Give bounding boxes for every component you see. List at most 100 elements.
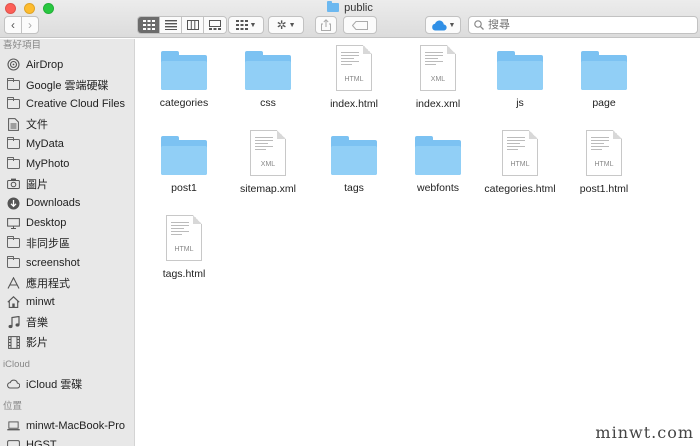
search-field[interactable] <box>468 16 698 34</box>
share-icon <box>321 19 331 31</box>
desktop-icon <box>7 217 20 229</box>
group-by-button[interactable]: ▼ <box>228 16 264 34</box>
sidebar-item-label: 音樂 <box>26 317 48 330</box>
sidebar-item[interactable]: 非同步區 <box>0 233 134 253</box>
sidebar-section-title: 位置 <box>3 400 23 412</box>
file-item[interactable]: HTML index.html <box>309 45 399 110</box>
action-menu-button[interactable]: ✲ ▼ <box>268 16 304 34</box>
file-item[interactable]: post1 <box>139 130 229 194</box>
sidebar-item[interactable]: minwt-MacBook-Pro <box>0 416 134 436</box>
watermark: minwt.com <box>595 423 694 442</box>
file-name: categories.html <box>484 183 556 195</box>
laptop-icon <box>7 420 20 432</box>
window-title-text: public <box>344 1 373 14</box>
sidebar-item[interactable]: HGST <box>0 436 134 446</box>
drive-icon <box>7 439 20 446</box>
sidebar-item-label: minwt-MacBook-Pro <box>26 419 126 432</box>
sidebar-item[interactable]: Desktop <box>0 213 134 233</box>
file-item[interactable]: categories <box>139 45 229 109</box>
sidebar-item[interactable]: iCloud 雲碟 <box>0 374 134 394</box>
icon-view-button[interactable] <box>138 17 160 33</box>
applications-icon <box>7 276 20 289</box>
sidebar-item-label: Downloads <box>26 197 81 210</box>
sidebar-item-label: 影片 <box>26 337 48 350</box>
file-name: index.xml <box>415 98 461 110</box>
download-icon <box>7 197 20 210</box>
icloud-button[interactable]: ▼ <box>425 16 461 34</box>
sidebar-item[interactable]: Google 雲端硬碟 <box>0 75 134 95</box>
folder-icon <box>245 51 291 90</box>
search-icon <box>474 20 484 30</box>
sidebar-item[interactable]: 音樂 <box>0 312 134 332</box>
document-icon: XML <box>250 130 286 176</box>
file-item[interactable]: HTML tags.html <box>139 215 229 280</box>
sidebar-item[interactable]: MyPhoto <box>0 154 134 174</box>
folder-icon <box>7 236 20 249</box>
home-icon <box>7 296 20 309</box>
file-item[interactable]: XML index.xml <box>393 45 483 110</box>
sidebar-item[interactable]: 影片 <box>0 332 134 352</box>
sidebar-item-label: 非同步區 <box>26 238 70 251</box>
document-icon <box>7 117 20 131</box>
grid-icon <box>142 20 155 30</box>
file-item[interactable]: css <box>223 45 313 109</box>
file-item[interactable]: XML sitemap.xml <box>223 130 313 195</box>
chevron-down-icon: ▼ <box>249 21 257 29</box>
file-item[interactable]: tags <box>309 130 399 194</box>
sidebar-item[interactable]: AirDrop <box>0 55 134 75</box>
file-item[interactable]: HTML post1.html <box>559 130 649 195</box>
forward-button[interactable]: › <box>21 16 39 34</box>
file-name: tags.html <box>162 268 206 280</box>
sidebar-section-title: 喜好項目 <box>3 40 42 51</box>
sidebar-item[interactable]: minwt <box>0 293 134 313</box>
folder-icon <box>327 1 340 12</box>
file-name: webfonts <box>416 182 460 194</box>
tag-icon <box>352 20 368 30</box>
folder-icon <box>331 136 377 175</box>
file-name: js <box>516 97 524 109</box>
folder-icon <box>497 51 543 90</box>
file-browser-area: categories css HTML index.html XML index… <box>136 39 700 446</box>
file-name: tags <box>344 182 364 194</box>
airdrop-icon <box>7 58 20 71</box>
back-button[interactable]: ‹ <box>4 16 22 34</box>
file-extension-label: HTML <box>344 76 364 83</box>
file-extension-label: HTML <box>510 161 530 168</box>
document-icon: HTML <box>586 130 622 176</box>
sidebar-item-label: 應用程式 <box>26 277 70 290</box>
tag-button[interactable] <box>343 16 377 34</box>
sidebar-item[interactable]: MyData <box>0 134 134 154</box>
chevron-down-icon: ▼ <box>448 21 456 29</box>
file-item[interactable]: webfonts <box>393 130 483 194</box>
sidebar-item[interactable]: 應用程式 <box>0 273 134 293</box>
document-icon: XML <box>420 45 456 91</box>
gallery-icon <box>209 20 221 30</box>
sidebar-item[interactable]: Downloads <box>0 194 134 214</box>
file-item[interactable]: js <box>475 45 565 109</box>
movie-icon <box>7 335 20 349</box>
window-toolbar: public ‹ › ▼ ✲ ▼ ▼ <box>0 0 700 38</box>
sidebar-item-label: Desktop <box>26 217 67 230</box>
sidebar-item-label: minwt <box>26 296 55 309</box>
file-extension-label: HTML <box>594 161 614 168</box>
file-item[interactable]: page <box>559 45 649 109</box>
cloud-icon <box>431 20 447 31</box>
sidebar-item[interactable]: Creative Cloud Files <box>0 95 134 115</box>
sidebar-item[interactable]: screenshot <box>0 253 134 273</box>
search-input[interactable] <box>488 19 668 31</box>
column-view-button[interactable] <box>182 17 204 33</box>
chevron-left-icon: ‹ <box>11 18 15 32</box>
gallery-view-button[interactable] <box>204 17 226 33</box>
file-name: index.html <box>330 98 378 110</box>
share-button[interactable] <box>315 16 337 34</box>
chevron-down-icon: ▼ <box>288 21 296 29</box>
sidebar: 喜好項目 AirDrop Google 雲端硬碟 Creative Cloud … <box>0 39 135 446</box>
sidebar-item[interactable]: 圖片 <box>0 174 134 194</box>
sidebar-item-label: HGST <box>26 439 57 446</box>
sidebar-item-label: 圖片 <box>26 178 48 191</box>
file-item[interactable]: HTML categories.html <box>475 130 565 195</box>
file-name: sitemap.xml <box>239 183 296 195</box>
folder-icon <box>415 136 461 175</box>
list-view-button[interactable] <box>160 17 182 33</box>
sidebar-item[interactable]: 文件 <box>0 114 134 134</box>
